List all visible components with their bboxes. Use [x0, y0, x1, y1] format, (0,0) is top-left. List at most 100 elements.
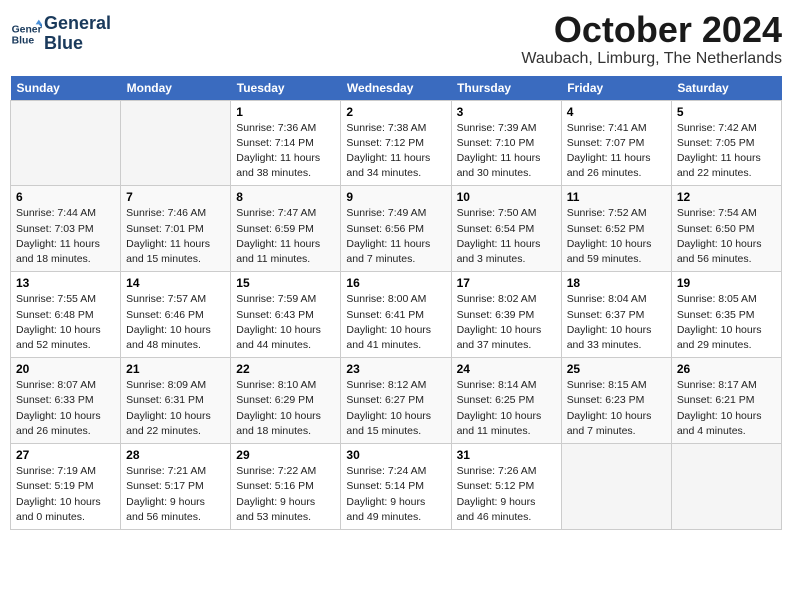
- day-number: 29: [236, 448, 335, 462]
- day-info: Sunrise: 7:19 AM Sunset: 5:19 PM Dayligh…: [16, 464, 115, 525]
- day-number: 23: [346, 362, 445, 376]
- calendar-cell: 6 Sunrise: 7:44 AM Sunset: 7:03 PM Daylig…: [11, 186, 121, 272]
- calendar-week-row: 6 Sunrise: 7:44 AM Sunset: 7:03 PM Daylig…: [11, 186, 782, 272]
- weekday-header: Tuesday: [231, 76, 341, 101]
- day-info: Sunrise: 7:46 AM Sunset: 7:01 PM Dayligh…: [126, 206, 225, 267]
- day-number: 3: [457, 105, 556, 119]
- calendar-cell: 4 Sunrise: 7:41 AM Sunset: 7:07 PM Daylig…: [561, 100, 671, 186]
- calendar-cell: 24 Sunrise: 8:14 AM Sunset: 6:25 PM Dayli…: [451, 358, 561, 444]
- day-info: Sunrise: 8:02 AM Sunset: 6:39 PM Dayligh…: [457, 292, 556, 353]
- calendar-cell: 2 Sunrise: 7:38 AM Sunset: 7:12 PM Daylig…: [341, 100, 451, 186]
- calendar-cell: 31Sunrise: 7:26 AM Sunset: 5:12 PM Dayli…: [451, 444, 561, 530]
- calendar-cell: 29 Sunrise: 7:22 AM Sunset: 5:16 PM Dayli…: [231, 444, 341, 530]
- weekday-header: Monday: [121, 76, 231, 101]
- calendar-week-row: 20Sunrise: 8:07 AM Sunset: 6:33 PM Dayli…: [11, 358, 782, 444]
- day-info: Sunrise: 7:59 AM Sunset: 6:43 PM Dayligh…: [236, 292, 335, 353]
- calendar-cell: 25Sunrise: 8:15 AM Sunset: 6:23 PM Dayli…: [561, 358, 671, 444]
- calendar-table: SundayMondayTuesdayWednesdayThursdayFrid…: [10, 76, 782, 530]
- calendar-cell: 30 Sunrise: 7:24 AM Sunset: 5:14 PM Dayli…: [341, 444, 451, 530]
- day-number: 21: [126, 362, 225, 376]
- day-info: Sunrise: 8:10 AM Sunset: 6:29 PM Dayligh…: [236, 378, 335, 439]
- calendar-cell: [671, 444, 781, 530]
- day-number: 30: [346, 448, 445, 462]
- calendar-cell: 22Sunrise: 8:10 AM Sunset: 6:29 PM Dayli…: [231, 358, 341, 444]
- day-number: 15: [236, 276, 335, 290]
- day-info: Sunrise: 7:54 AM Sunset: 6:50 PM Dayligh…: [677, 206, 776, 267]
- day-info: Sunrise: 7:39 AM Sunset: 7:10 PM Dayligh…: [457, 121, 556, 182]
- day-info: Sunrise: 8:17 AM Sunset: 6:21 PM Dayligh…: [677, 378, 776, 439]
- calendar-cell: 16Sunrise: 8:00 AM Sunset: 6:41 PM Dayli…: [341, 272, 451, 358]
- day-info: Sunrise: 7:49 AM Sunset: 6:56 PM Dayligh…: [346, 206, 445, 267]
- calendar-cell: 5 Sunrise: 7:42 AM Sunset: 7:05 PM Daylig…: [671, 100, 781, 186]
- day-info: Sunrise: 7:41 AM Sunset: 7:07 PM Dayligh…: [567, 121, 666, 182]
- month-title: October 2024: [521, 10, 782, 50]
- day-info: Sunrise: 7:44 AM Sunset: 7:03 PM Dayligh…: [16, 206, 115, 267]
- calendar-cell: 13 Sunrise: 7:55 AM Sunset: 6:48 PM Dayli…: [11, 272, 121, 358]
- day-info: Sunrise: 7:21 AM Sunset: 5:17 PM Dayligh…: [126, 464, 225, 525]
- location-title: Waubach, Limburg, The Netherlands: [521, 50, 782, 68]
- calendar-cell: 23 Sunrise: 8:12 AM Sunset: 6:27 PM Dayli…: [341, 358, 451, 444]
- day-info: Sunrise: 7:38 AM Sunset: 7:12 PM Dayligh…: [346, 121, 445, 182]
- calendar-week-row: 13 Sunrise: 7:55 AM Sunset: 6:48 PM Dayli…: [11, 272, 782, 358]
- day-info: Sunrise: 7:55 AM Sunset: 6:48 PM Dayligh…: [16, 292, 115, 353]
- day-number: 18: [567, 276, 666, 290]
- calendar-cell: 15 Sunrise: 7:59 AM Sunset: 6:43 PM Dayli…: [231, 272, 341, 358]
- day-number: 25: [567, 362, 666, 376]
- day-info: Sunrise: 7:24 AM Sunset: 5:14 PM Dayligh…: [346, 464, 445, 525]
- day-info: Sunrise: 7:42 AM Sunset: 7:05 PM Dayligh…: [677, 121, 776, 182]
- day-number: 8: [236, 190, 335, 204]
- calendar-cell: 11Sunrise: 7:52 AM Sunset: 6:52 PM Dayli…: [561, 186, 671, 272]
- logo: General Blue General Blue: [10, 14, 111, 54]
- svg-text:General: General: [12, 24, 42, 35]
- title-block: October 2024 Waubach, Limburg, The Nethe…: [521, 10, 782, 68]
- calendar-cell: 21Sunrise: 8:09 AM Sunset: 6:31 PM Dayli…: [121, 358, 231, 444]
- calendar-cell: 27Sunrise: 7:19 AM Sunset: 5:19 PM Dayli…: [11, 444, 121, 530]
- calendar-cell: 3 Sunrise: 7:39 AM Sunset: 7:10 PM Daylig…: [451, 100, 561, 186]
- svg-text:Blue: Blue: [12, 35, 35, 46]
- weekday-header: Wednesday: [341, 76, 451, 101]
- day-info: Sunrise: 7:47 AM Sunset: 6:59 PM Dayligh…: [236, 206, 335, 267]
- weekday-header: Thursday: [451, 76, 561, 101]
- day-info: Sunrise: 7:22 AM Sunset: 5:16 PM Dayligh…: [236, 464, 335, 525]
- day-number: 31: [457, 448, 556, 462]
- calendar-week-row: 1 Sunrise: 7:36 AM Sunset: 7:14 PM Daylig…: [11, 100, 782, 186]
- weekday-header: Friday: [561, 76, 671, 101]
- day-number: 1: [236, 105, 335, 119]
- day-info: Sunrise: 8:05 AM Sunset: 6:35 PM Dayligh…: [677, 292, 776, 353]
- calendar-cell: 14 Sunrise: 7:57 AM Sunset: 6:46 PM Dayli…: [121, 272, 231, 358]
- day-info: Sunrise: 7:36 AM Sunset: 7:14 PM Dayligh…: [236, 121, 335, 182]
- calendar-cell: 26Sunrise: 8:17 AM Sunset: 6:21 PM Dayli…: [671, 358, 781, 444]
- calendar-cell: 17 Sunrise: 8:02 AM Sunset: 6:39 PM Dayli…: [451, 272, 561, 358]
- calendar-cell: 28 Sunrise: 7:21 AM Sunset: 5:17 PM Dayli…: [121, 444, 231, 530]
- day-number: 14: [126, 276, 225, 290]
- day-number: 28: [126, 448, 225, 462]
- calendar-cell: 1 Sunrise: 7:36 AM Sunset: 7:14 PM Daylig…: [231, 100, 341, 186]
- calendar-week-row: 27Sunrise: 7:19 AM Sunset: 5:19 PM Dayli…: [11, 444, 782, 530]
- weekday-header: Sunday: [11, 76, 121, 101]
- logo-text: General Blue: [44, 14, 111, 54]
- day-number: 13: [16, 276, 115, 290]
- calendar-cell: 18 Sunrise: 8:04 AM Sunset: 6:37 PM Dayli…: [561, 272, 671, 358]
- day-number: 7: [126, 190, 225, 204]
- day-number: 2: [346, 105, 445, 119]
- day-info: Sunrise: 8:07 AM Sunset: 6:33 PM Dayligh…: [16, 378, 115, 439]
- day-info: Sunrise: 7:57 AM Sunset: 6:46 PM Dayligh…: [126, 292, 225, 353]
- day-info: Sunrise: 8:04 AM Sunset: 6:37 PM Dayligh…: [567, 292, 666, 353]
- day-number: 4: [567, 105, 666, 119]
- calendar-cell: [121, 100, 231, 186]
- day-number: 12: [677, 190, 776, 204]
- day-number: 16: [346, 276, 445, 290]
- day-number: 19: [677, 276, 776, 290]
- calendar-cell: 20Sunrise: 8:07 AM Sunset: 6:33 PM Dayli…: [11, 358, 121, 444]
- calendar-cell: 8 Sunrise: 7:47 AM Sunset: 6:59 PM Daylig…: [231, 186, 341, 272]
- day-number: 6: [16, 190, 115, 204]
- day-number: 24: [457, 362, 556, 376]
- day-number: 17: [457, 276, 556, 290]
- day-number: 5: [677, 105, 776, 119]
- day-info: Sunrise: 7:52 AM Sunset: 6:52 PM Dayligh…: [567, 206, 666, 267]
- day-info: Sunrise: 8:14 AM Sunset: 6:25 PM Dayligh…: [457, 378, 556, 439]
- calendar-cell: 7 Sunrise: 7:46 AM Sunset: 7:01 PM Daylig…: [121, 186, 231, 272]
- day-info: Sunrise: 7:50 AM Sunset: 6:54 PM Dayligh…: [457, 206, 556, 267]
- weekday-header: Saturday: [671, 76, 781, 101]
- day-info: Sunrise: 8:12 AM Sunset: 6:27 PM Dayligh…: [346, 378, 445, 439]
